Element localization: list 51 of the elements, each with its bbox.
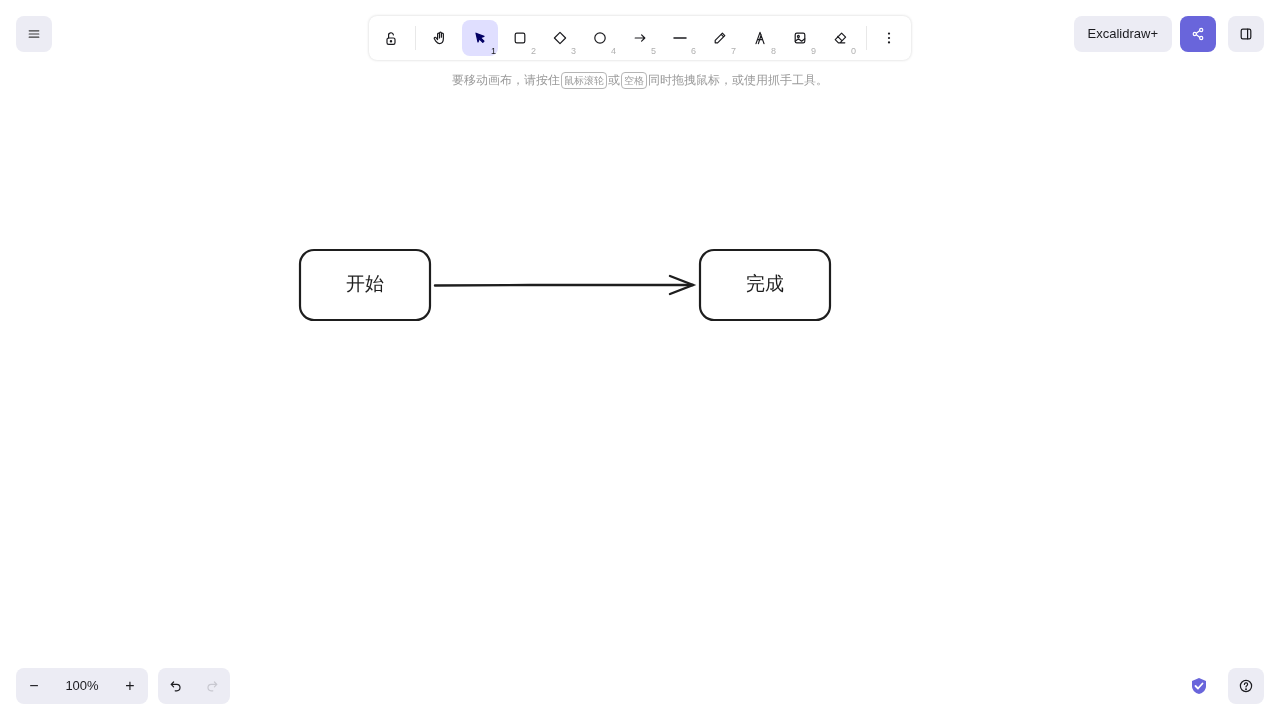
node-label: 开始 <box>346 272 384 294</box>
pencil-icon <box>712 30 728 46</box>
shield-check-icon <box>1189 676 1209 696</box>
redo-icon <box>204 678 220 694</box>
shortcut-number: 7 <box>731 47 736 56</box>
image-icon <box>792 30 808 46</box>
eraser-icon <box>832 30 848 46</box>
eraser-tool[interactable]: 0 <box>822 20 858 56</box>
letter-a-icon <box>752 30 768 46</box>
zoom-level[interactable]: 100% <box>52 676 112 696</box>
share-button[interactable] <box>1180 16 1216 52</box>
shortcut-number: 3 <box>571 47 576 56</box>
key-label: 鼠标滚轮 <box>561 71 607 89</box>
zoom-out-button[interactable]: − <box>16 668 52 704</box>
help-button[interactable] <box>1228 668 1264 704</box>
shortcut-number: 1 <box>491 47 496 56</box>
text-tool[interactable]: 8 <box>742 20 778 56</box>
shortcut-number: 5 <box>651 47 656 56</box>
pencil-tool[interactable]: 7 <box>702 20 738 56</box>
excalidraw-plus-button[interactable]: Excalidraw+ <box>1073 16 1172 52</box>
hint-text: 要移动画布，请按住 <box>452 72 560 89</box>
undo-icon <box>168 678 184 694</box>
sidebar-toggle-button[interactable] <box>1228 16 1264 52</box>
shortcut-number: 6 <box>691 47 696 56</box>
hint-text: 或 <box>608 72 620 89</box>
ellipse-tool[interactable]: 4 <box>582 20 618 56</box>
diamond-tool[interactable]: 3 <box>542 20 578 56</box>
share-icon <box>1190 26 1206 42</box>
hint-text: 同时拖拽鼠标，或使用抓手工具。 <box>648 72 828 89</box>
diamond-icon <box>552 30 568 46</box>
arrow-tool[interactable]: 5 <box>622 20 658 56</box>
unlocked-padlock-icon <box>383 30 399 46</box>
shortcut-number: 2 <box>531 47 536 56</box>
line-tool[interactable]: 6 <box>662 20 698 56</box>
key-label: 空格 <box>621 71 647 89</box>
rectangle-tool[interactable]: 2 <box>502 20 538 56</box>
cursor-icon <box>472 30 488 46</box>
shortcut-number: 4 <box>611 47 616 56</box>
shortcut-number: 0 <box>851 47 856 56</box>
help-icon <box>1238 678 1254 694</box>
image-tool[interactable]: 9 <box>782 20 818 56</box>
menu-button[interactable] <box>16 16 52 52</box>
zoom-in-button[interactable]: + <box>112 668 148 704</box>
square-icon <box>512 30 528 46</box>
node-label: 完成 <box>746 272 784 294</box>
line-icon <box>672 37 688 39</box>
select-tool[interactable]: 1 <box>462 20 498 56</box>
shortcut-number: 8 <box>771 47 776 56</box>
circle-icon <box>592 30 608 46</box>
sidebar-icon <box>1238 26 1254 42</box>
shortcut-number: 9 <box>811 47 816 56</box>
